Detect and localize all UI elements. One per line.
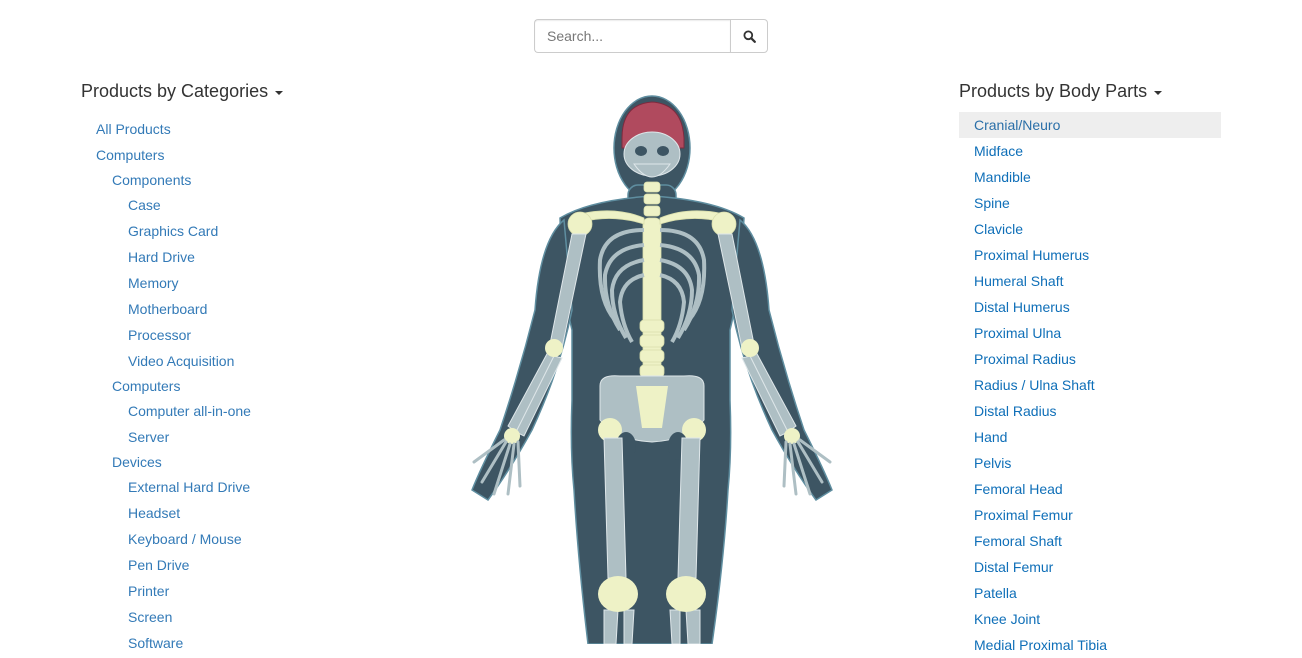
body-part-link[interactable]: Femoral Head [959,476,1221,502]
body-part-link[interactable]: Patella [959,580,1221,606]
body-part-link[interactable]: Proximal Humerus [959,242,1221,268]
search-button[interactable] [730,19,768,53]
body-part-link[interactable]: Proximal Ulna [959,320,1221,346]
category-link[interactable]: Computers [81,142,401,168]
category-link[interactable]: Devices [81,450,401,474]
category-link[interactable]: Memory [81,270,401,296]
body-part-link[interactable]: Femoral Shaft [959,528,1221,554]
category-link[interactable]: Computers [81,374,401,398]
body-part-link[interactable]: Hand [959,424,1221,450]
body-part-link[interactable]: Proximal Femur [959,502,1221,528]
body-part-link[interactable]: Proximal Radius [959,346,1221,372]
category-link[interactable]: External Hard Drive [81,474,401,500]
body-map [440,90,860,645]
body-part-link[interactable]: Distal Femur [959,554,1221,580]
category-link[interactable]: Computer all-in-one [81,398,401,424]
category-link[interactable]: Case [81,192,401,218]
search-icon [743,30,756,43]
categories-title: Products by Categories [81,81,269,101]
category-link[interactable]: Screen [81,604,401,630]
category-link[interactable]: Keyboard / Mouse [81,526,401,552]
body-parts-dropdown[interactable]: Products by Body Parts [959,81,1163,102]
category-link[interactable]: Motherboard [81,296,401,322]
body-part-link[interactable]: Radius / Ulna Shaft [959,372,1221,398]
category-link[interactable]: Processor [81,322,401,348]
category-link[interactable]: Server [81,424,401,450]
category-link[interactable]: All Products [81,116,401,142]
category-link[interactable]: Components [81,168,401,192]
body-part-link[interactable]: Humeral Shaft [959,268,1221,294]
category-link[interactable]: Headset [81,500,401,526]
body-part-link[interactable]: Distal Radius [959,398,1221,424]
body-part-link[interactable]: Medial Proximal Tibia [959,632,1221,658]
body-part-link[interactable]: Midface [959,138,1221,164]
category-link[interactable]: Software [81,630,401,656]
body-parts-list: Cranial/Neuro Midface Mandible Spine Clavicl… [959,112,1221,658]
search-bar [534,19,768,53]
body-part-link[interactable]: Pelvis [959,450,1221,476]
category-link[interactable]: Printer [81,578,401,604]
body-parts-title: Products by Body Parts [959,81,1148,101]
category-link[interactable]: Hard Drive [81,244,401,270]
category-link[interactable]: Pen Drive [81,552,401,578]
skeleton-figure [471,95,833,645]
category-link[interactable]: Video Acquisition [81,348,401,374]
body-part-link[interactable]: Cranial/Neuro [959,112,1221,138]
caret-down-icon [275,90,284,95]
body-part-link[interactable]: Distal Humerus [959,294,1221,320]
body-part-link[interactable]: Clavicle [959,216,1221,242]
category-link[interactable]: Graphics Card [81,218,401,244]
categories-dropdown[interactable]: Products by Categories [81,81,284,102]
body-part-link[interactable]: Spine [959,190,1221,216]
search-input[interactable] [534,19,730,53]
body-part-link[interactable]: Mandible [959,164,1221,190]
category-tree: All Products Computers Components Case Graph… [81,116,401,656]
body-part-link[interactable]: Knee Joint [959,606,1221,632]
caret-down-icon [1154,90,1163,95]
